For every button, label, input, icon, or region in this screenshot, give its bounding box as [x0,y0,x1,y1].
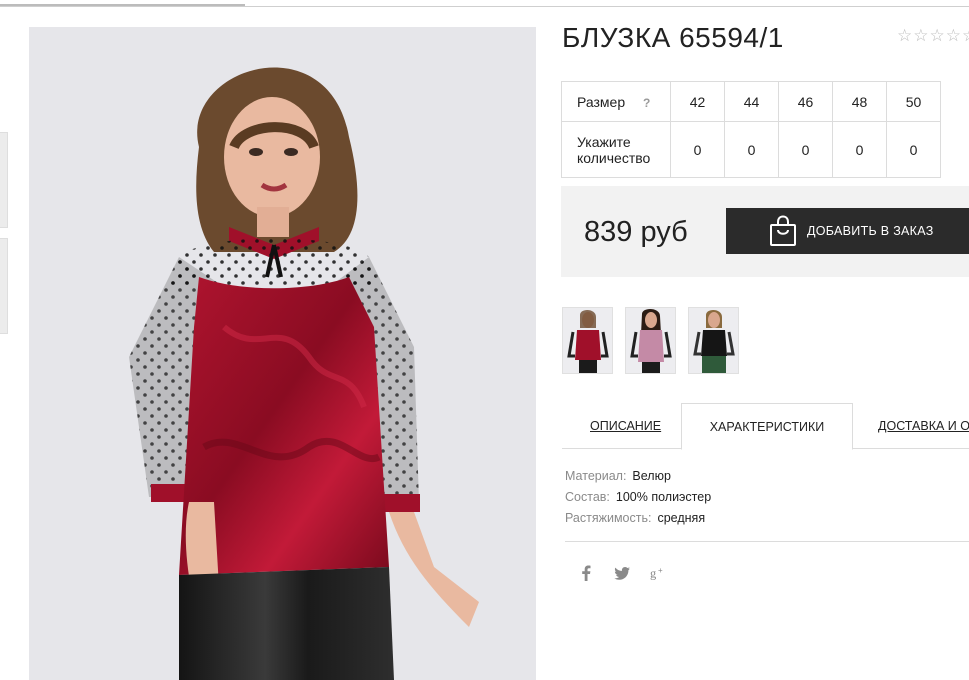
specifications-list: Материал: Велюр Состав: 100% полиэстер Рас… [565,466,711,529]
facebook-icon[interactable] [578,564,594,582]
product-photo-illustration [29,27,536,680]
size-label: Размер [577,93,626,110]
spec-value: средняя [657,511,706,525]
variant-black-image [689,308,738,373]
variant-thumb-red[interactable] [562,307,613,374]
variant-pink-image [626,308,675,373]
google-plus-icon[interactable]: g + [650,564,666,582]
spec-row-material: Материал: Велюр [565,466,711,487]
social-share: g + [578,564,666,582]
size-help-icon[interactable]: ? [643,96,650,110]
star-icon[interactable]: ☆ [946,27,961,44]
tab-description[interactable]: ОПИСАНИЕ [590,403,661,449]
variant-thumb-pink[interactable] [625,307,676,374]
star-icon[interactable]: ☆ [930,27,945,44]
star-icon[interactable]: ☆ [913,27,928,44]
price-box: 839 руб ДОБАВИТЬ В ЗАКАЗ [561,186,969,277]
quantity-label-line1: Укажите [577,133,631,150]
spec-value: 100% полиэстер [615,490,712,504]
spec-key: Материал: [565,469,627,483]
quantity-input-44[interactable]: 0 [724,121,779,178]
star-icon[interactable]: ☆ [897,27,912,44]
spec-key: Растяжимость: [565,511,652,525]
star-icon[interactable]: ☆ [962,27,969,44]
color-variant-thumbnails [562,307,739,374]
gallery-thumb-2[interactable] [0,238,8,334]
section-divider [565,541,969,542]
product-info-tabs: ОПИСАНИЕ ХАРАКТЕРИСТИКИ ДОСТАВКА И ОПЛАТ… [562,403,969,450]
size-quantity-table: Размер ? 42 44 46 48 50 Укажите количест… [561,81,941,178]
quantity-input-42[interactable]: 0 [670,121,725,178]
add-to-order-button[interactable]: ДОБАВИТЬ В ЗАКАЗ [726,208,969,254]
quantity-label-cell: Укажите количество [561,121,671,178]
tab-characteristics[interactable]: ХАРАКТЕРИСТИКИ [681,403,853,450]
add-to-order-label: ДОБАВИТЬ В ЗАКАЗ [807,224,934,238]
quantity-row: Укажите количество 0 0 0 0 0 [561,121,941,178]
size-cell-46: 46 [778,81,833,122]
quantity-input-50[interactable]: 0 [886,121,941,178]
variant-red-image [563,308,612,373]
rating-stars[interactable]: ☆ ☆ ☆ ☆ ☆ [897,27,969,44]
spec-value: Велюр [632,469,671,483]
tab-delivery[interactable]: ДОСТАВКА И ОПЛАТА [878,403,969,449]
quantity-input-48[interactable]: 0 [832,121,887,178]
product-main-photo[interactable] [29,27,536,680]
shopping-bag-icon [770,215,796,246]
spec-row-composition: Состав: 100% полиэстер [565,487,711,508]
product-title: БЛУЗКА 65594/1 [562,22,784,53]
svg-text:g: g [650,566,656,580]
product-price: 839 руб [584,216,688,248]
size-row: Размер ? 42 44 46 48 50 [561,81,941,122]
quantity-input-46[interactable]: 0 [778,121,833,178]
size-cell-48: 48 [832,81,887,122]
spec-key: Состав: [565,490,610,504]
quantity-label-line2: количество [577,149,651,166]
variant-thumb-black[interactable] [688,307,739,374]
gallery-thumb-1[interactable] [0,132,8,228]
twitter-icon[interactable] [614,564,630,582]
size-cell-44: 44 [724,81,779,122]
spec-row-stretch: Растяжимость: средняя [565,508,711,529]
size-cell-50: 50 [886,81,941,122]
header-divider [0,6,969,7]
svg-text:+: + [658,566,663,575]
size-cell-42: 42 [670,81,725,122]
size-label-cell: Размер ? [561,81,671,122]
